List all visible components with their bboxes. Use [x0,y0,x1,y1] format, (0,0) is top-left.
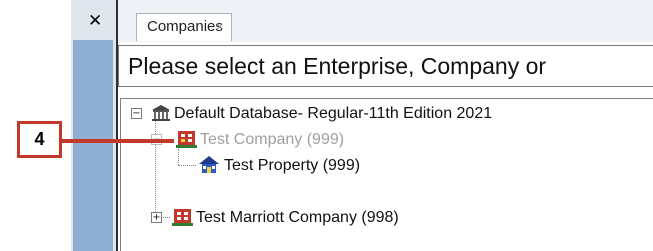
collapse-toggle[interactable]: − [131,108,142,119]
database-building-icon [152,105,170,121]
close-panel-icon[interactable]: ✕ [88,13,102,30]
tree-node-test-marriott-company[interactable]: Test Marriott Company (998) [196,209,399,227]
tab-close-icon[interactable]: × [216,18,224,34]
tree-node-test-property[interactable]: Test Property (999) [224,157,360,175]
tab-label: Companies [147,18,223,35]
tab-companies[interactable]: Companies × [136,13,232,41]
tree-node-test-company[interactable]: Test Company (999) [200,131,344,149]
tree-connector [178,149,179,165]
left-panel-band [73,40,113,251]
company-icon [172,209,193,226]
callout-number-badge: 4 [17,121,62,158]
callout-pointer-line [62,139,174,143]
company-icon [176,131,197,148]
selection-prompt: Please select an Enterprise, Company or [118,45,653,87]
property-house-icon [199,156,219,173]
tree-node-database[interactable]: Default Database- Regular-11th Edition 2… [174,105,492,123]
expand-toggle[interactable]: + [151,212,162,223]
tree-connector [178,165,196,166]
